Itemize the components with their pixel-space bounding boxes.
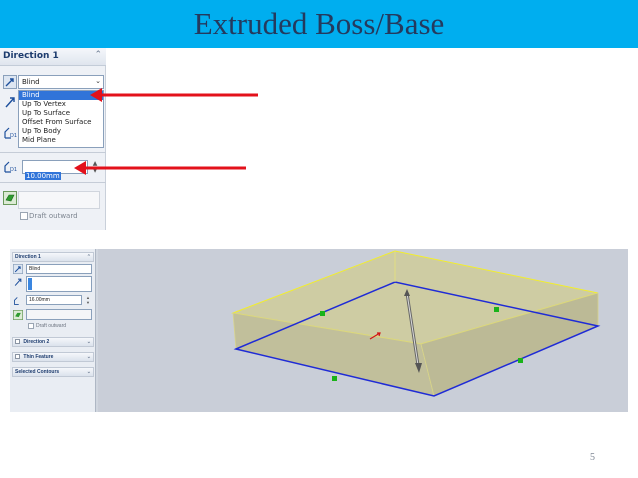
chevron-down-icon[interactable]: ⌄ bbox=[87, 368, 91, 377]
svg-text:D1: D1 bbox=[10, 167, 17, 173]
annotation-arrow-end-condition bbox=[90, 88, 258, 102]
screenshot-end-condition-select[interactable]: Blind bbox=[26, 264, 92, 274]
solidworks-screenshot: Direction 1 ⌃ Blind 16.00mm ▲ ▼ Draft out bbox=[10, 249, 628, 412]
chevron-down-icon[interactable]: ⌄ bbox=[87, 338, 91, 347]
screenshot-draft-outward-label: Draft outward bbox=[36, 323, 67, 329]
direction2-checkbox[interactable] bbox=[15, 339, 20, 345]
option-offset-from-surface[interactable]: Offset From Surface bbox=[19, 118, 103, 127]
depth-input-value: 10.00mm bbox=[25, 172, 61, 180]
edge-handle[interactable] bbox=[320, 311, 325, 316]
draft-outward-label: Draft outward bbox=[29, 212, 78, 220]
chevron-down-icon[interactable]: ⌄ bbox=[87, 353, 91, 362]
page-number: 5 bbox=[590, 452, 595, 463]
screenshot-direction2-label: Direction 2 bbox=[23, 339, 50, 345]
option-mid-plane[interactable]: Mid Plane bbox=[19, 136, 103, 145]
property-manager-panel: Direction 1 ⌃ Blind ⌄ Blind Up To Vertex… bbox=[0, 48, 106, 230]
screenshot-selected-contours-label: Selected Contours bbox=[15, 369, 60, 375]
screenshot-thin-feature-header[interactable]: Thin Feature ⌄ bbox=[12, 352, 94, 362]
option-up-to-surface[interactable]: Up To Surface bbox=[19, 109, 103, 118]
screenshot-end-condition-value: Blind bbox=[29, 266, 41, 272]
merge-result-icon[interactable] bbox=[13, 310, 23, 320]
extrude-preview-model[interactable] bbox=[98, 249, 628, 412]
direction1-header-label: Direction 1 bbox=[3, 51, 59, 61]
screenshot-depth-input[interactable]: 16.00mm bbox=[26, 295, 82, 305]
direction-arrow-icon[interactable] bbox=[13, 277, 23, 287]
flip-direction-icon[interactable] bbox=[13, 264, 23, 274]
chevron-up-icon[interactable]: ⌃ bbox=[94, 50, 102, 60]
flip-direction-icon[interactable] bbox=[3, 75, 17, 89]
selection-indicator bbox=[28, 278, 32, 290]
direction1-header[interactable]: Direction 1 ⌃ bbox=[0, 48, 106, 66]
end-condition-value: Blind bbox=[22, 78, 40, 86]
screenshot-draft-angle-field[interactable] bbox=[26, 309, 92, 320]
direction-arrow-icon[interactable] bbox=[3, 95, 17, 109]
screenshot-direction1-header[interactable]: Direction 1 ⌃ bbox=[12, 252, 94, 262]
option-up-to-body[interactable]: Up To Body bbox=[19, 127, 103, 136]
annotation-arrow-depth bbox=[74, 161, 246, 175]
draft-outward-checkbox[interactable] bbox=[20, 212, 28, 220]
depth-icon: D1 bbox=[4, 127, 17, 139]
screenshot-direction2-header[interactable]: Direction 2 ⌄ bbox=[12, 337, 94, 347]
svg-text:D1: D1 bbox=[10, 133, 17, 139]
panel-divider bbox=[0, 182, 106, 183]
thin-feature-checkbox[interactable] bbox=[15, 354, 20, 360]
screenshot-property-manager: Direction 1 ⌃ Blind 16.00mm ▲ ▼ Draft out bbox=[10, 249, 96, 412]
depth-icon bbox=[14, 297, 19, 305]
title-bar: Extruded Boss/Base bbox=[0, 0, 638, 48]
edge-handle[interactable] bbox=[494, 307, 499, 312]
chevron-down-icon[interactable]: ⌄ bbox=[95, 77, 101, 85]
edge-handle[interactable] bbox=[518, 358, 523, 363]
screenshot-direction-selection-box[interactable] bbox=[26, 276, 92, 292]
merge-result-icon[interactable] bbox=[3, 191, 17, 205]
edge-handle[interactable] bbox=[332, 376, 337, 381]
screenshot-depth-spinner[interactable]: ▲ ▼ bbox=[84, 295, 92, 305]
panel-divider bbox=[0, 152, 106, 153]
screenshot-depth-value: 16.00mm bbox=[29, 297, 50, 303]
screenshot-selected-contours-header[interactable]: Selected Contours ⌄ bbox=[12, 367, 94, 377]
depth-icon: D1 bbox=[4, 161, 17, 173]
slide-title: Extruded Boss/Base bbox=[193, 6, 445, 41]
graphics-viewport[interactable] bbox=[98, 249, 628, 412]
screenshot-direction1-label: Direction 1 bbox=[15, 254, 41, 260]
screenshot-draft-outward-checkbox[interactable] bbox=[28, 323, 34, 329]
draft-angle-field[interactable] bbox=[18, 191, 100, 209]
chevron-up-icon[interactable]: ⌃ bbox=[87, 253, 91, 262]
screenshot-thin-feature-label: Thin Feature bbox=[23, 354, 54, 360]
